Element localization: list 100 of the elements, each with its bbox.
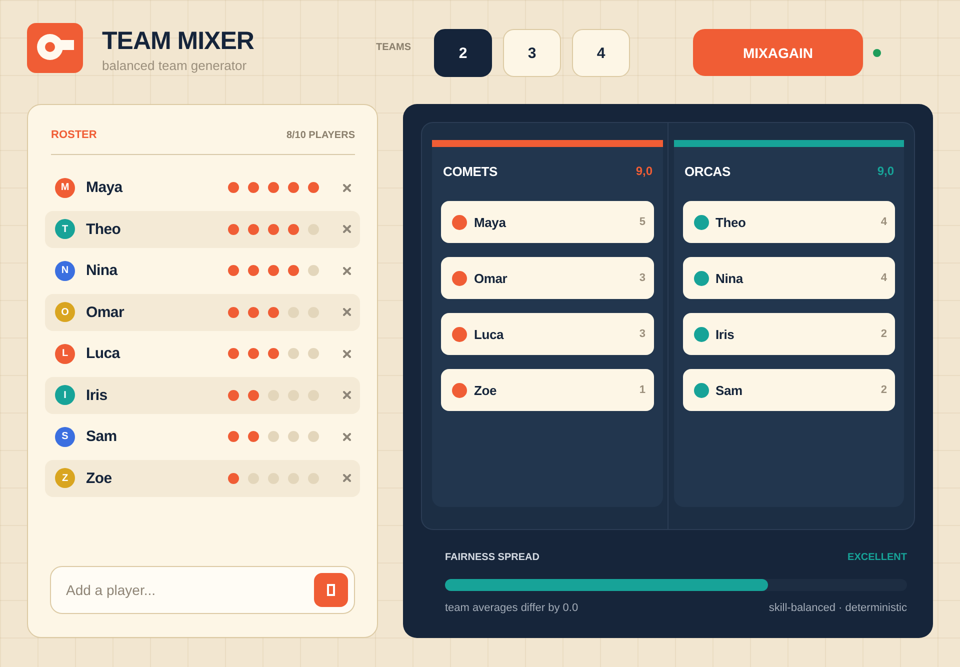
- skill-value: 3: [639, 328, 646, 340]
- player-dot-icon: [452, 382, 467, 398]
- fairness-label: FAIRNESS SPREAD: [445, 552, 540, 564]
- skill-dot-icon: [308, 224, 319, 234]
- skill-dot-icon: [248, 182, 259, 193]
- whistle-logo-icon: [27, 23, 83, 73]
- player-avatar: S: [55, 426, 75, 446]
- player-name: Maya: [86, 179, 124, 196]
- skill-dot-icon: [308, 182, 319, 193]
- player-avatar: O: [55, 302, 75, 322]
- player-dot-icon: [694, 270, 708, 286]
- skill-dot-icon: [308, 306, 319, 318]
- skill-dot-icon: [268, 348, 279, 359]
- skill-dot-icon: [308, 472, 319, 484]
- skill-dot-icon: [288, 224, 299, 234]
- player-name: Zoe: [474, 382, 497, 398]
- fairness-note: team averages differ by 0.0: [445, 602, 578, 615]
- skill-dot-icon: [268, 224, 279, 234]
- app-subtitle: balanced team generator: [102, 58, 247, 74]
- player-dot-icon: [452, 214, 467, 230]
- skill-dot-icon: [268, 472, 279, 484]
- skill-dot-icon: [268, 390, 279, 400]
- skill-dot-icon: [228, 348, 239, 359]
- roster-title: ROSTER: [51, 129, 97, 142]
- player-name: Theo: [716, 214, 746, 230]
- skill-dot-icon: [228, 306, 239, 318]
- player-name: Omar: [86, 304, 126, 320]
- skill-dot-icon: [228, 472, 239, 484]
- close-icon: [343, 391, 351, 399]
- player-avatar: I: [55, 385, 75, 405]
- close-icon: [343, 225, 351, 233]
- teams-label: TEAMS: [376, 42, 412, 54]
- close-icon: [343, 308, 351, 316]
- player-avatar: N: [55, 260, 75, 280]
- skill-dot-icon: [288, 390, 299, 400]
- team-name: COMETS: [443, 164, 498, 178]
- player-name: Nina: [716, 270, 743, 286]
- player-name: Iris: [716, 326, 734, 342]
- skill-dot-icon: [248, 306, 259, 318]
- team-score: 9,0: [877, 164, 894, 178]
- player-name: Sam: [716, 382, 742, 398]
- skill-dot-icon: [288, 265, 299, 276]
- team-count-tab[interactable]: 2: [434, 29, 492, 77]
- skill-dot-icon: [248, 348, 259, 359]
- skill-dot-icon: [228, 431, 239, 442]
- player-dot-icon: [694, 214, 708, 230]
- skill-value: 2: [880, 328, 887, 340]
- skill-dot-icon: [288, 348, 299, 359]
- rectangle-icon: [327, 584, 335, 596]
- player-name: Zoe: [86, 470, 113, 486]
- skill-value: 5: [639, 216, 646, 228]
- skill-dot-icon: [228, 390, 239, 400]
- skill-value: 3: [639, 272, 646, 284]
- skill-value: 1: [639, 384, 646, 396]
- skill-dot-icon: [308, 348, 319, 359]
- team-score: 9,0: [636, 164, 652, 178]
- app-title: TEAM MIXER: [102, 27, 254, 55]
- player-name: Luca: [474, 326, 504, 342]
- skill-value: 4: [880, 216, 887, 228]
- close-icon: [343, 432, 351, 440]
- player-dot-icon: [694, 326, 708, 342]
- skill-value: 4: [880, 272, 887, 284]
- skill-dot-icon: [308, 265, 319, 276]
- skill-value: 2: [880, 384, 887, 396]
- skill-dot-icon: [308, 390, 319, 400]
- player-dot-icon: [452, 326, 467, 342]
- team-count-tab[interactable]: 3: [503, 29, 561, 77]
- skill-dot-icon: [268, 431, 279, 442]
- player-avatar: Z: [55, 468, 75, 488]
- skill-dot-icon: [248, 390, 259, 400]
- player-avatar: M: [55, 178, 75, 198]
- player-name: Luca: [86, 345, 122, 362]
- player-name: Maya: [474, 214, 506, 230]
- player-count: 8/10 PLAYERS: [286, 129, 355, 142]
- skill-dot-icon: [288, 472, 299, 484]
- skill-dot-icon: [248, 472, 259, 484]
- skill-dot-icon: [288, 431, 299, 442]
- skill-dot-icon: [308, 431, 319, 442]
- mode-note: skill-balanced · deterministic: [768, 602, 907, 615]
- player-dot-icon: [452, 270, 467, 286]
- skill-dot-icon: [288, 306, 299, 318]
- close-icon: [343, 266, 351, 274]
- close-icon: [343, 350, 351, 358]
- close-icon: [343, 474, 351, 482]
- close-icon: [343, 184, 351, 192]
- skill-dot-icon: [268, 265, 279, 276]
- skill-dot-icon: [248, 265, 259, 276]
- player-dot-icon: [694, 382, 708, 398]
- skill-dot-icon: [268, 306, 279, 318]
- team-name: ORCAS: [684, 164, 730, 178]
- skill-dot-icon: [248, 431, 259, 442]
- skill-dot-icon: [228, 265, 239, 276]
- skill-dot-icon: [228, 182, 239, 193]
- team-count-tab[interactable]: 4: [572, 29, 630, 77]
- skill-dot-icon: [268, 182, 279, 193]
- player-name: Omar: [474, 270, 508, 286]
- fairness-rating: EXCELLENT: [848, 552, 907, 564]
- add-button[interactable]: [314, 573, 348, 607]
- add-player-field[interactable]: Add a player...: [50, 566, 355, 614]
- skill-dot-icon: [248, 224, 259, 234]
